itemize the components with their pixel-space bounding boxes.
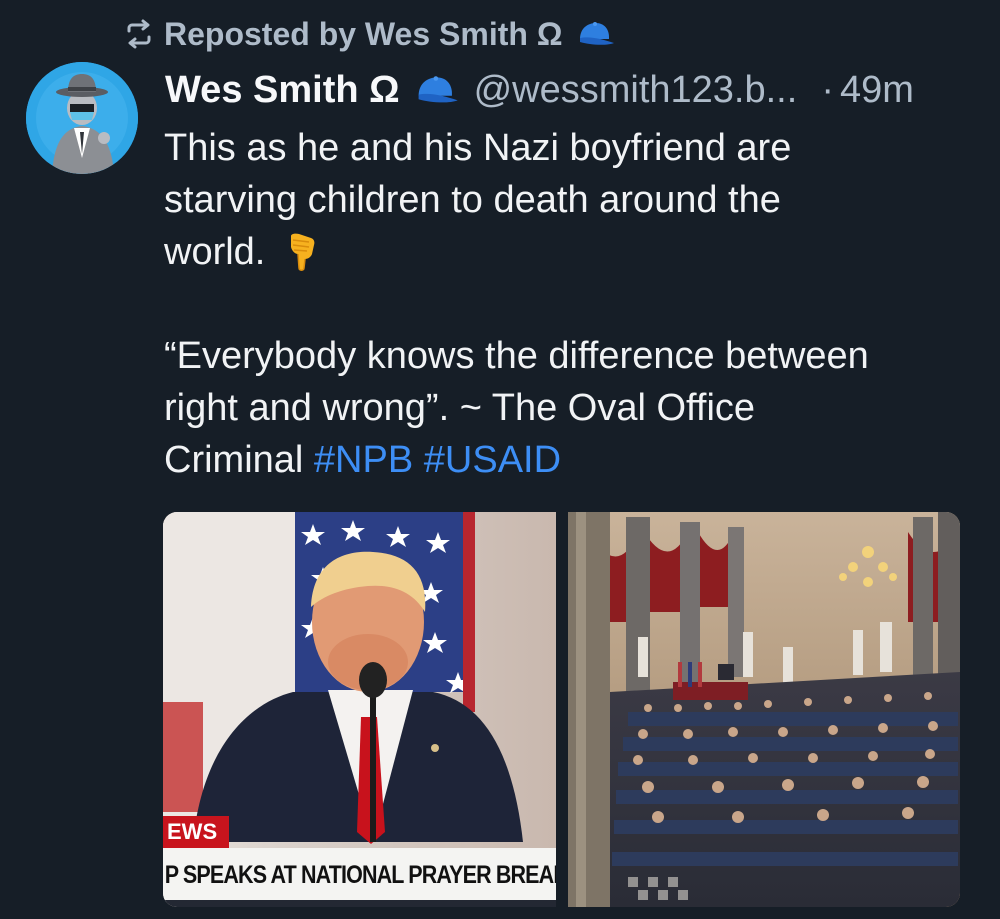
news-subbar [163,900,556,907]
news-tag: EWS [163,816,229,848]
repost-label: Reposted by Wes Smith Ω [164,15,563,52]
separator-dot: · [821,68,834,111]
text-line: right and wrong”. ~ The Oval Office [164,387,756,429]
news-caption-text: P SPEAKS AT NATIONAL PRAYER BREAKI [164,860,556,889]
blue-cap-icon [414,75,460,105]
repost-icon [122,17,156,51]
display-name[interactable]: Wes Smith Ω [165,69,400,112]
text-line: starving children to death around the [164,179,781,221]
repost-line[interactable]: Reposted by Wes Smith Ω [122,12,616,56]
hashtag-link[interactable]: #NPB [314,439,413,481]
text-line: Criminal #NPB #USAID [164,434,984,486]
avatar[interactable] [26,62,138,174]
text-line-content: world. [164,231,266,273]
post-header: Wes Smith Ω @wessmith123.b... · 49m [165,64,995,116]
text-line: This as he and his Nazi boyfriend are [164,127,792,169]
image-hall[interactable] [568,512,960,907]
hashtag-link[interactable]: #USAID [424,439,561,481]
pointing-down-hand-emoji [285,232,319,272]
text-line-content: Criminal [164,439,304,481]
blue-cap-icon [576,21,616,47]
post-text: This as he and his Nazi boyfriend are st… [164,122,984,486]
image-gallery: EWS P SPEAKS AT NATIONAL PRAYER BREAKI [163,512,960,907]
image-speech[interactable]: EWS P SPEAKS AT NATIONAL PRAYER BREAKI [163,512,556,907]
post[interactable]: Reposted by Wes Smith Ω Wes Smith Ω @wes… [0,0,1000,919]
text-line: “Everybody knows the difference between [164,335,869,377]
handle[interactable]: @wessmith123.b... [474,69,798,112]
text-line: world. [164,226,984,278]
news-caption: P SPEAKS AT NATIONAL PRAYER BREAKI [163,848,556,902]
timestamp[interactable]: 49m [840,69,914,112]
